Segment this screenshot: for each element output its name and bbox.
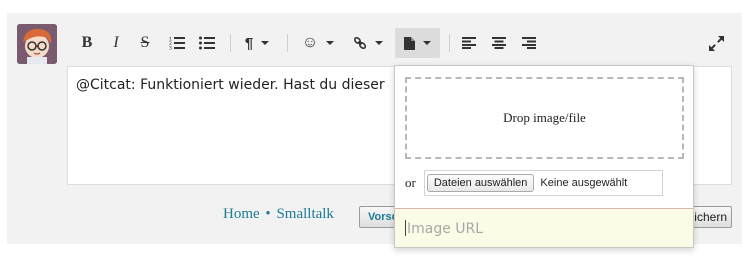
home-link[interactable]: Home [223,206,260,222]
link-separator: • [265,206,271,222]
footer-links: Home • Smalltalk [223,206,334,223]
choose-files-button[interactable]: Dateien auswählen [426,174,535,192]
paragraph-icon: ¶ [244,34,254,52]
strikethrough-button[interactable]: S [136,28,154,58]
ordered-list-icon: 1 2 3 [169,37,185,51]
text-cursor [405,220,406,236]
toolbar-divider [230,34,231,52]
toolbar-divider [287,34,288,52]
file-chooser-row: or Dateien auswählen Keine ausgewählt [405,170,663,196]
smiley-icon: ☺ [301,34,319,51]
align-right-icon [522,37,536,49]
bullet-list-icon [199,36,215,50]
bullet-list-button[interactable] [197,28,217,58]
ordered-list-button[interactable]: 1 2 3 [167,28,187,58]
file-input: Dateien auswählen Keine ausgewählt [423,170,663,196]
emoji-dropdown[interactable]: ☺ [299,28,337,58]
file-upload-dropdown[interactable] [395,28,440,58]
avatar [17,24,57,64]
fullscreen-button[interactable] [704,28,728,58]
expand-icon [708,35,724,51]
align-center-button[interactable] [489,28,509,58]
toolbar-divider [449,34,450,52]
image-url-placeholder: Image URL [407,221,484,237]
bold-button[interactable]: B [77,28,97,58]
italic-button[interactable]: I [107,28,125,58]
file-dropzone[interactable]: Drop image/file [405,77,684,159]
file-upload-popup: Drop image/file or Dateien auswählen Kei… [394,65,694,248]
link-icon [353,36,367,50]
dropzone-label: Drop image/file [503,110,586,125]
paragraph-format-dropdown[interactable]: ¶ [239,28,275,58]
image-url-input[interactable]: Image URL [395,208,693,247]
align-left-button[interactable] [459,28,479,58]
svg-text:3: 3 [169,46,172,51]
align-center-icon [492,37,506,49]
chevron-down-icon [261,41,270,45]
chevron-down-icon [375,41,383,45]
file-icon [404,36,415,50]
align-right-button[interactable] [519,28,539,58]
comment-text: @Citcat: Funktioniert wieder. Hast du di… [76,77,385,93]
smalltalk-link[interactable]: Smalltalk [276,206,334,222]
link-dropdown[interactable] [349,28,387,58]
align-left-icon [462,37,476,49]
or-label: or [405,175,416,190]
no-file-selected-text: Keine ausgewählt [540,177,628,189]
chevron-down-icon [423,41,431,45]
chevron-down-icon [326,41,335,45]
save-button-label: Speichern [672,210,727,224]
